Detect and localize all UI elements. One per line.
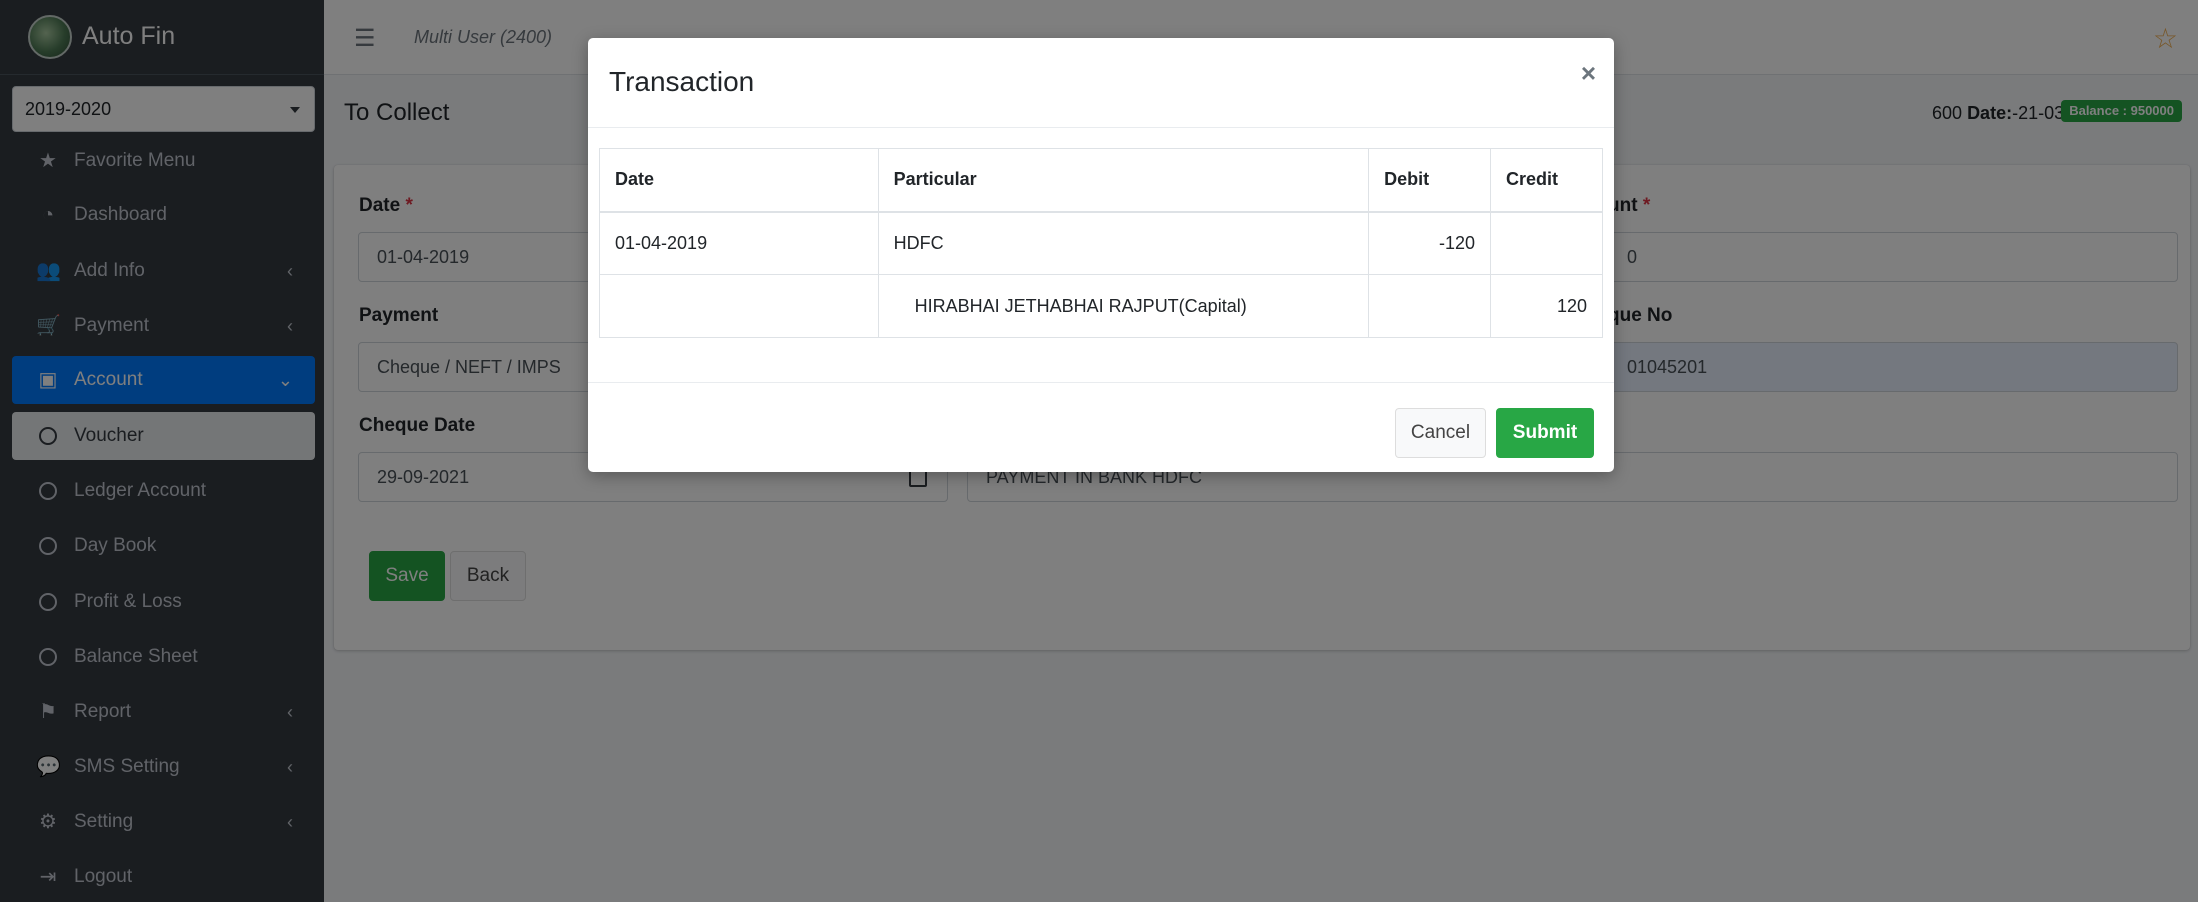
cell-date: 01-04-2019 <box>599 211 879 275</box>
modal-footer: Cancel Submit <box>588 382 1614 472</box>
cell-particular: HDFC <box>877 211 1370 275</box>
cell-debit: -120 <box>1368 211 1492 275</box>
submit-button[interactable]: Submit <box>1496 408 1594 458</box>
column-header-date: Date <box>599 148 879 213</box>
cell-debit <box>1368 274 1492 338</box>
close-icon[interactable]: × <box>1581 58 1596 89</box>
transaction-table: Date Particular Debit Credit 01-04-2019 … <box>599 148 1603 338</box>
column-header-debit: Debit <box>1368 148 1492 213</box>
cell-credit: 120 <box>1490 274 1603 338</box>
cell-date <box>599 274 879 338</box>
table-row: 01-04-2019 HDFC -120 <box>599 211 1603 275</box>
cancel-button[interactable]: Cancel <box>1395 408 1486 458</box>
cell-particular: HIRABHAI JETHABHAI RAJPUT(Capital) <box>877 274 1370 338</box>
column-header-particular: Particular <box>877 148 1370 213</box>
table-header-row: Date Particular Debit Credit <box>599 148 1603 213</box>
column-header-credit: Credit <box>1490 148 1603 213</box>
modal-header: Transaction × <box>588 38 1614 128</box>
modal-title: Transaction <box>609 66 755 97</box>
transaction-modal: Transaction × Date Particular Debit Cred… <box>588 38 1614 472</box>
cell-credit <box>1490 211 1603 275</box>
table-row: HIRABHAI JETHABHAI RAJPUT(Capital) 120 <box>599 274 1603 338</box>
